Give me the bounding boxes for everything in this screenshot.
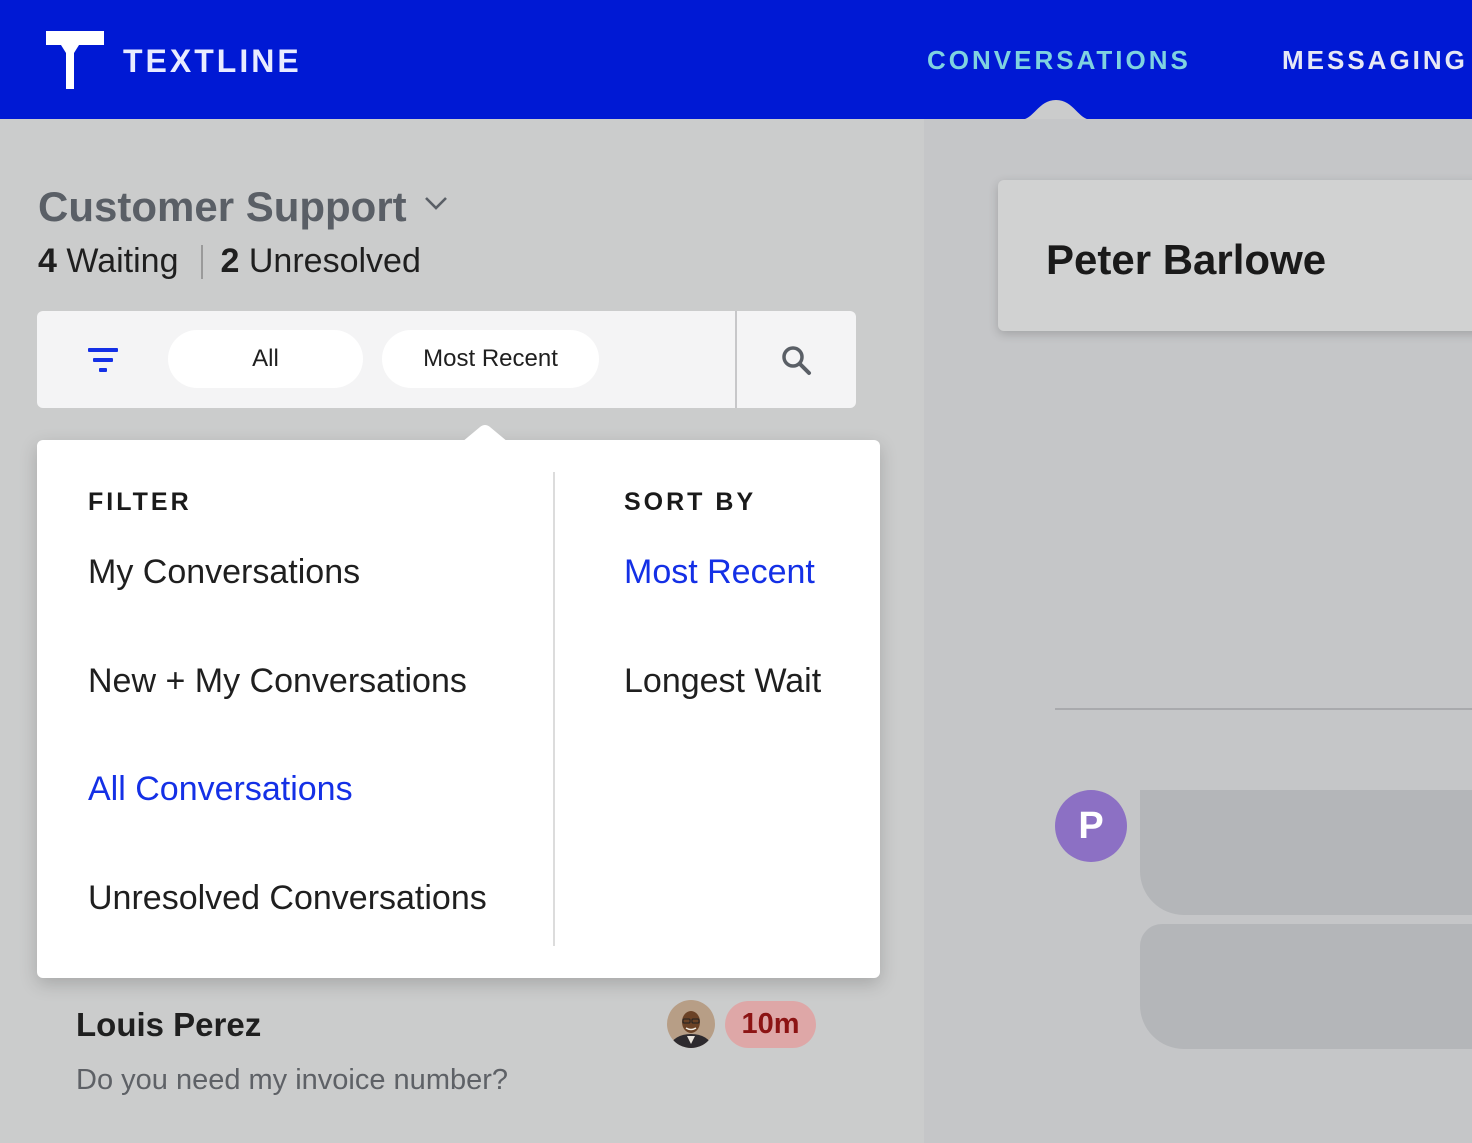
contact-avatar[interactable]: P bbox=[1055, 790, 1127, 862]
wait-time-badge: 10m bbox=[725, 1001, 816, 1048]
chevron-down-icon[interactable] bbox=[424, 195, 448, 211]
nav-messaging[interactable]: MESSAGING bbox=[1282, 45, 1468, 76]
message-bubble bbox=[1140, 790, 1472, 915]
brand-name[interactable]: TEXTLINE bbox=[123, 43, 302, 80]
waiting-label: Waiting bbox=[66, 242, 179, 280]
unresolved-label: Unresolved bbox=[248, 242, 421, 280]
inbox-counts: 4 Waiting 2 Unresolved bbox=[38, 242, 421, 281]
filter-heading: FILTER bbox=[88, 488, 192, 516]
filter-option-unresolved-conversations[interactable]: Unresolved Conversations bbox=[88, 879, 487, 918]
filter-option-all-conversations[interactable]: All Conversations bbox=[88, 770, 353, 809]
message-divider bbox=[1055, 708, 1472, 710]
message-bubble bbox=[1140, 924, 1472, 1049]
sort-option-most-recent[interactable]: Most Recent bbox=[624, 553, 815, 592]
filter-option-my-conversations[interactable]: My Conversations bbox=[88, 553, 360, 592]
toolbar-divider bbox=[735, 311, 737, 408]
waiting-count: 4 bbox=[38, 242, 57, 280]
nav-conversations[interactable]: CONVERSATIONS bbox=[927, 45, 1191, 76]
sort-option-longest-wait[interactable]: Longest Wait bbox=[624, 662, 821, 701]
sort-heading: SORT BY bbox=[624, 488, 757, 516]
conversation-preview[interactable]: Do you need my invoice number? bbox=[76, 1064, 508, 1097]
filter-pill[interactable]: All bbox=[168, 330, 363, 388]
filter-option-new-my-conversations[interactable]: New + My Conversations bbox=[88, 662, 467, 701]
textline-logo-icon[interactable] bbox=[46, 31, 104, 89]
agent-avatar bbox=[667, 1000, 715, 1048]
search-icon[interactable] bbox=[780, 344, 812, 376]
sort-pill[interactable]: Most Recent bbox=[382, 330, 599, 388]
dropdown-pointer bbox=[462, 425, 508, 442]
active-nav-indicator bbox=[1020, 100, 1092, 120]
filter-icon[interactable] bbox=[86, 346, 120, 374]
contact-name[interactable]: Peter Barlowe bbox=[1046, 236, 1326, 284]
conversation-contact-name[interactable]: Louis Perez bbox=[76, 1006, 261, 1044]
dropdown-divider bbox=[553, 472, 555, 946]
inbox-selector[interactable]: Customer Support bbox=[38, 183, 407, 231]
unresolved-count: 2 bbox=[220, 242, 240, 280]
counts-divider bbox=[200, 244, 203, 279]
